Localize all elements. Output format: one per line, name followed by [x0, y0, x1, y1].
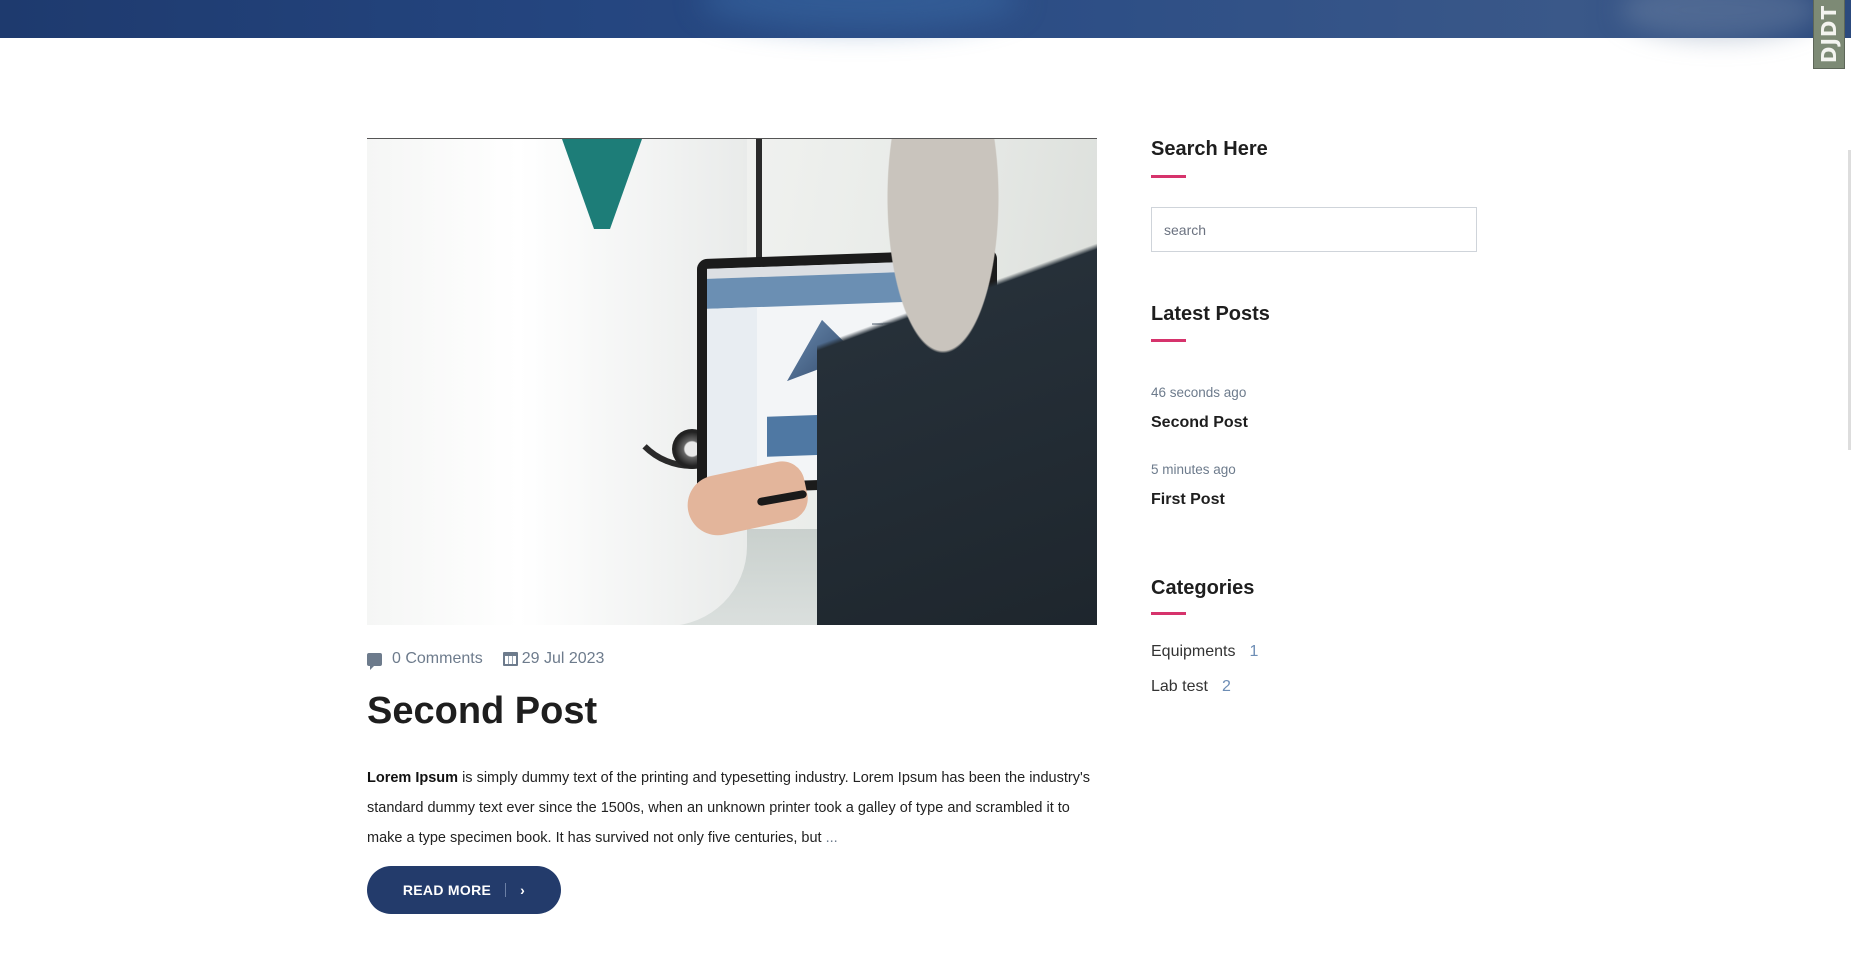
image-patient	[817, 139, 1097, 625]
category-item[interactable]: Lab test 2	[1151, 678, 1231, 696]
search-widget-title: Search Here	[1151, 138, 1268, 160]
calendar-icon	[502, 652, 518, 666]
banner-glow	[700, 0, 1020, 30]
latest-post-link[interactable]: First Post	[1151, 491, 1225, 509]
debug-toolbar-label: DJDT	[1817, 4, 1842, 64]
screen-thumbnail	[767, 415, 817, 457]
top-banner	[0, 0, 1851, 40]
post-comment-count[interactable]: 0 Comments	[392, 650, 483, 668]
category-item[interactable]: Equipments 1	[1151, 643, 1258, 661]
latest-posts-title: Latest Posts	[1151, 303, 1270, 325]
screen-sidebar	[707, 307, 757, 479]
title-underline	[1151, 175, 1186, 178]
post-excerpt: Lorem Ipsum is simply dummy text of the …	[367, 763, 1103, 853]
excerpt-text: is simply dummy text of the printing and…	[367, 770, 1090, 846]
search-input[interactable]	[1151, 207, 1477, 252]
chevron-right-icon: ›	[520, 882, 526, 898]
latest-post-time: 46 seconds ago	[1151, 385, 1247, 400]
categories-title: Categories	[1151, 577, 1255, 599]
category-name: Lab test	[1151, 678, 1208, 695]
post-title[interactable]: Second Post	[367, 690, 597, 733]
title-underline	[1151, 612, 1186, 615]
comment-icon	[367, 652, 382, 670]
latest-post-time: 5 minutes ago	[1151, 462, 1236, 477]
banner-glow	[1620, 0, 1820, 40]
read-more-label: READ MORE	[402, 882, 492, 898]
latest-post-link[interactable]: Second Post	[1151, 414, 1248, 432]
category-count: 1	[1249, 643, 1259, 660]
post-date-text: 29 Jul 2023	[521, 650, 605, 667]
category-name: Equipments	[1151, 643, 1236, 660]
post-date: 29 Jul 2023	[502, 650, 605, 668]
read-more-button[interactable]: READ MORE ›	[367, 866, 561, 914]
excerpt-ellipsis: ...	[825, 830, 838, 846]
button-divider	[505, 883, 507, 897]
excerpt-bold: Lorem Ipsum	[367, 770, 459, 786]
post-meta: 0 Comments 29 Jul 2023	[367, 650, 605, 670]
category-count: 2	[1221, 678, 1231, 695]
post-featured-image	[367, 138, 1097, 625]
debug-toolbar-handle[interactable]: DJDT	[1813, 0, 1845, 69]
title-underline	[1151, 339, 1186, 342]
